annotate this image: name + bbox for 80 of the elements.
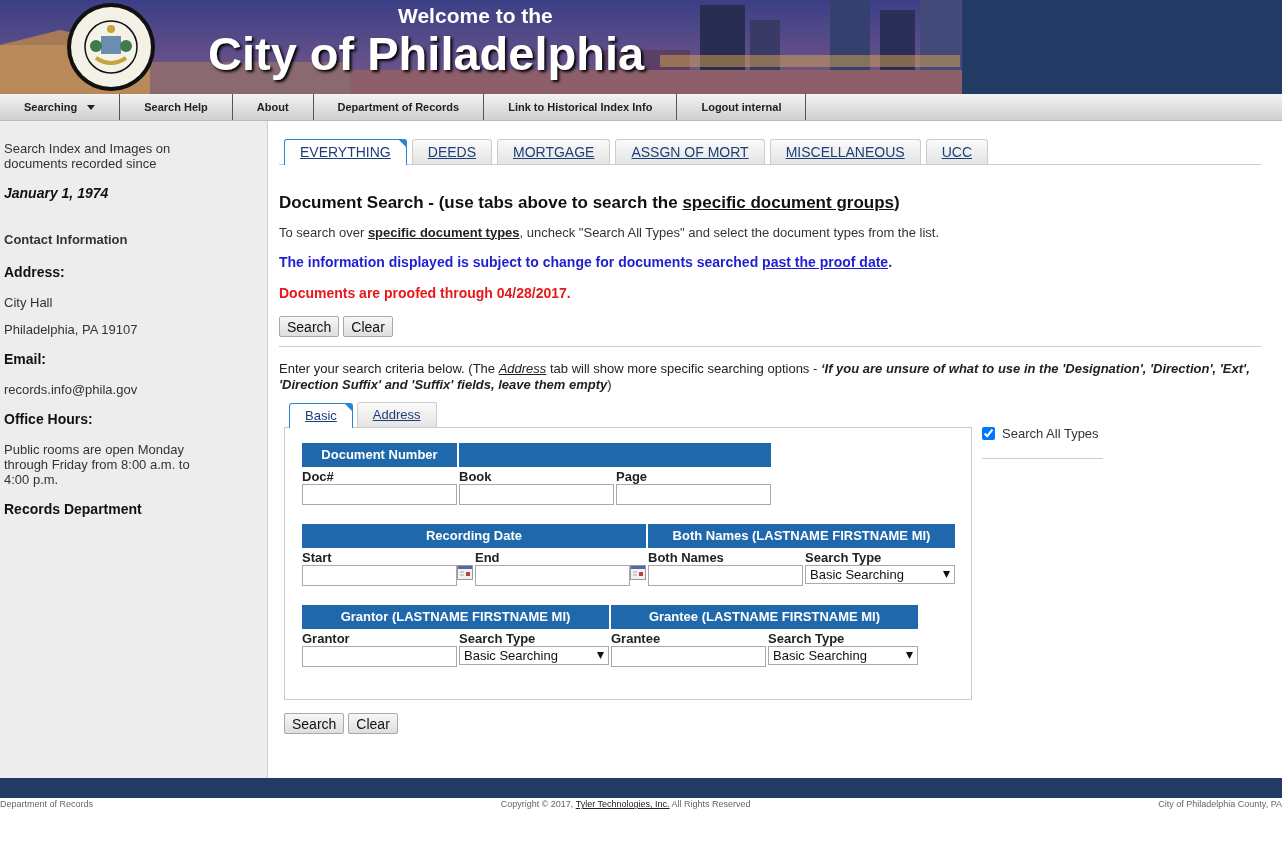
text-field[interactable]	[616, 484, 771, 505]
nav-item[interactable]: Logout internal	[677, 94, 807, 120]
dropdown[interactable]: Basic Searching	[459, 646, 609, 665]
footer-text: Department of Records	[0, 798, 94, 811]
link[interactable]: Tyler Technologies, Inc.	[575, 799, 670, 809]
nav-item[interactable]: Searching	[0, 94, 121, 120]
form-button[interactable]: Clear	[348, 713, 398, 734]
tab[interactable]: ASSGN OF MORT	[615, 139, 765, 164]
sidebar-text: Contact Information	[4, 231, 129, 249]
sidebar-text: records.info@phila.gov	[4, 381, 139, 397]
calendar-icon[interactable]	[457, 565, 473, 580]
caret-icon	[906, 652, 913, 659]
text-field[interactable]	[611, 646, 766, 667]
sidebar-text: Office Hours:	[4, 409, 94, 429]
caret-icon	[597, 652, 604, 659]
field-label: Book	[459, 469, 493, 484]
form-button[interactable]: Clear	[343, 316, 393, 337]
corner-mark-icon	[344, 404, 352, 411]
dropdown[interactable]: Basic Searching	[768, 646, 918, 665]
sidebar-text: Email:	[4, 349, 47, 369]
tab[interactable]: UCC	[925, 139, 988, 164]
tab[interactable]: MISCELLANEOUS	[769, 139, 921, 164]
field-label: Doc#	[302, 469, 335, 484]
sidebar-text: Address:	[4, 262, 66, 282]
notice-text: The information displayed is subject to change for documents searched past the proof date.	[279, 253, 893, 272]
section-header: Both Names (LASTNAME FIRSTNAME MI)	[648, 524, 955, 548]
field-label: Search Type	[768, 631, 846, 646]
date-field[interactable]	[475, 565, 630, 586]
form-button[interactable]: Search	[279, 316, 340, 337]
banner-subtitle: Welcome to the	[398, 5, 553, 26]
nav-item[interactable]: Search Help	[120, 94, 233, 120]
sidebar-text: January 1, 1974	[4, 184, 110, 203]
criteria-text: Enter your search criteria below. (The Address tab will show more specific searching options - ‘If you are unsure of what to use in the 'Designation', 'Direction', 'Ext', 'Direction Suffix' and 'Suffix' fields, leave them empty)	[279, 361, 1251, 393]
nav-item[interactable]: Department of Records	[313, 94, 485, 120]
sidebar-text: Public rooms are open Monday through Friday from 8:00 a.m. to 4:00 p.m.	[4, 441, 191, 487]
link[interactable]: specific document types	[367, 224, 520, 240]
field-label: Search Type	[805, 550, 883, 565]
form-button[interactable]: Search	[284, 713, 345, 734]
link[interactable]: past the proof date	[762, 254, 889, 270]
sidebar-text: Philadelphia, PA 19107	[4, 321, 139, 337]
footer-text: City of Philadelphia County, PA	[1158, 798, 1282, 811]
sidebar-text: Records Department	[4, 499, 143, 519]
field-label: Both Names	[648, 550, 725, 565]
caret-icon	[87, 104, 96, 110]
proof-date-notice: Documents are proofed through 04/28/2017.	[279, 284, 572, 303]
field-label: Grantee	[611, 631, 662, 646]
instructions-text: To search over specific document types, uncheck "Search All Types" and select the document types from the list.	[279, 223, 941, 242]
nav-item[interactable]: Link to Historical Index Info	[484, 94, 678, 120]
section-header: Document Number	[302, 443, 457, 467]
copyright-text: Copyright © 2017, Tyler Technologies, Inc. All Rights Reserved	[500, 798, 751, 811]
caret-icon	[943, 571, 950, 578]
seal-icon	[66, 2, 156, 92]
section-header: Recording Date	[302, 524, 646, 548]
tab[interactable]: EVERYTHING	[284, 139, 407, 165]
text-field[interactable]	[648, 565, 803, 586]
dropdown[interactable]: Basic Searching	[805, 565, 955, 584]
tab[interactable]: MORTGAGE	[497, 139, 611, 164]
tab[interactable]: DEEDS	[411, 139, 492, 164]
field-label: Grantor	[302, 631, 351, 646]
field-label: Search Type	[459, 631, 537, 646]
text-field[interactable]	[302, 484, 457, 505]
tab[interactable]: Address	[356, 402, 437, 427]
corner-mark-icon	[398, 140, 406, 147]
text-field[interactable]	[459, 484, 614, 505]
field-label: End	[475, 550, 501, 565]
section-header: Grantee (LASTNAME FIRSTNAME MI)	[611, 605, 918, 629]
text-field[interactable]	[302, 646, 457, 667]
tab[interactable]: Basic	[289, 403, 353, 428]
date-field[interactable]	[302, 565, 457, 586]
field-label: Start	[302, 550, 333, 565]
field-label: Page	[616, 469, 649, 484]
sidebar-text: Search Index and Images on documents recorded since	[4, 141, 172, 171]
sidebar-text: City Hall	[4, 294, 54, 310]
page-heading: Document Search - (use tabs above to search the specific document groups)	[279, 192, 901, 214]
section-header: Grantor (LASTNAME FIRSTNAME MI)	[302, 605, 609, 629]
checkbox-label: Search All Types	[1002, 425, 1099, 443]
checkbox[interactable]	[982, 427, 995, 441]
calendar-icon[interactable]	[630, 565, 646, 580]
nav-item[interactable]: About	[232, 94, 314, 120]
link[interactable]: specific document groups	[682, 193, 894, 212]
